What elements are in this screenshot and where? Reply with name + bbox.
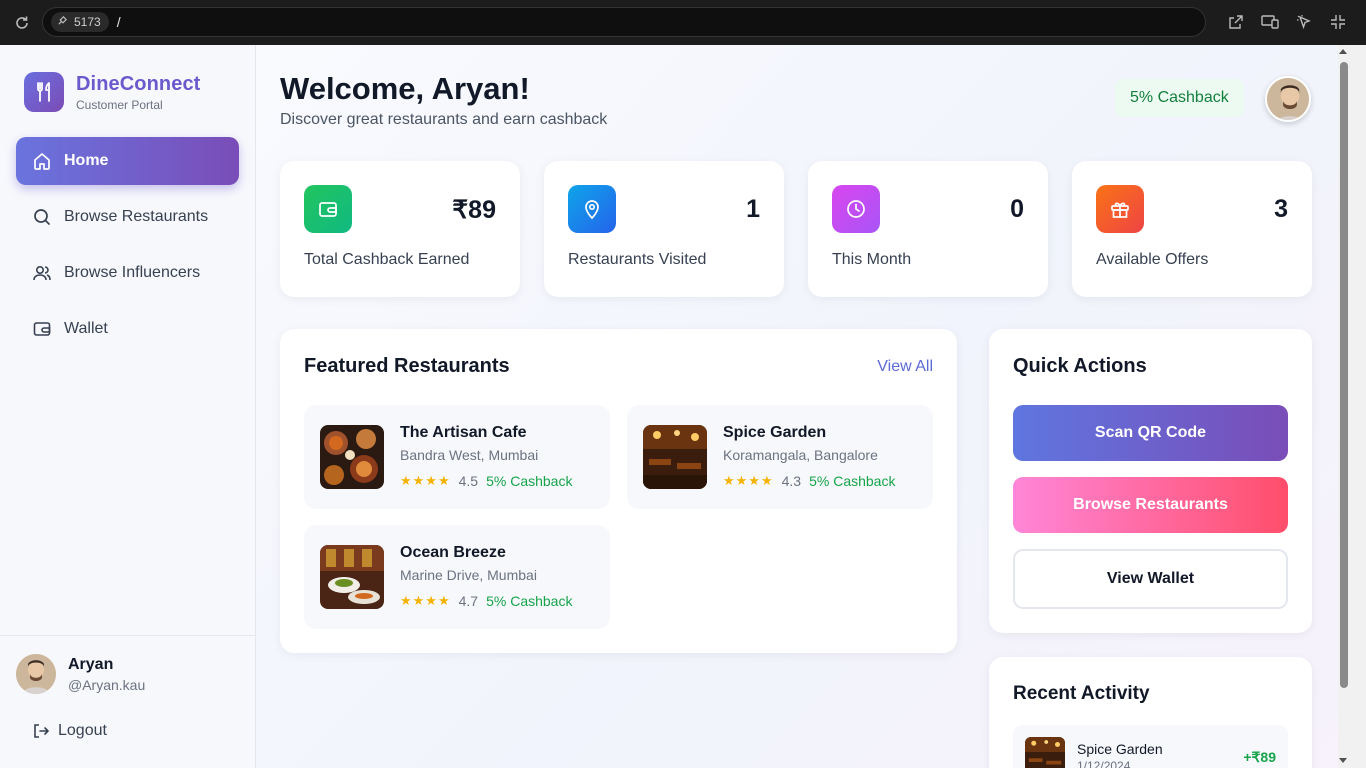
search-icon	[32, 207, 52, 227]
stat-label: Available Offers	[1096, 251, 1209, 268]
stat-card-offers: 3 Available Offers	[1072, 161, 1312, 297]
scroll-up-icon[interactable]	[1336, 44, 1350, 58]
section-title: Recent Activity	[1013, 683, 1150, 704]
stat-value: 0	[1010, 195, 1024, 223]
activity-amount: +₹89	[1243, 749, 1276, 765]
user-name: Aryan	[68, 655, 114, 673]
restaurant-location: Bandra West, Mumbai	[400, 447, 539, 463]
sidebar-item-label: Browse Restaurants	[64, 208, 209, 225]
profile-avatar[interactable]	[1265, 76, 1311, 122]
main-content: Welcome, Aryan! Discover great restauran…	[256, 45, 1338, 768]
gift-icon	[1096, 185, 1144, 233]
stat-label: Total Cashback Earned	[304, 251, 470, 268]
utensils-icon	[24, 72, 64, 112]
address-bar[interactable]: 5173 /	[42, 7, 1206, 37]
restaurant-card[interactable]: Ocean Breeze Marine Drive, Mumbai ★★★★ 4…	[304, 525, 610, 629]
logout-button[interactable]: Logout	[32, 722, 107, 740]
restaurant-image	[320, 545, 384, 609]
users-icon	[32, 263, 52, 283]
restaurant-location: Koramangala, Bangalore	[723, 447, 878, 463]
stat-label: Restaurants Visited	[568, 251, 707, 268]
sidebar-item-label: Home	[64, 152, 109, 169]
logout-label: Logout	[58, 722, 107, 739]
url-path: /	[116, 14, 121, 30]
sidebar-nav: Home Browse Restaurants Browse Influence…	[16, 137, 239, 361]
view-wallet-button[interactable]: View Wallet	[1013, 549, 1288, 609]
brand[interactable]: DineConnect Customer Portal	[24, 72, 200, 112]
restaurant-image	[320, 425, 384, 489]
cashback-label: 5% Cashback	[486, 473, 573, 489]
browser-toolbar: 5173 /	[0, 0, 1366, 45]
star-rating-icon: ★★★★	[400, 473, 451, 488]
port-label: 5173	[74, 15, 101, 29]
scan-qr-button[interactable]: Scan QR Code	[1013, 405, 1288, 461]
stat-value: ₹89	[452, 196, 496, 224]
home-icon	[32, 151, 52, 171]
scroll-down-icon[interactable]	[1336, 754, 1350, 768]
browse-restaurants-button[interactable]: Browse Restaurants	[1013, 477, 1288, 533]
sidebar: DineConnect Customer Portal Home Browse …	[0, 45, 256, 768]
restaurant-image	[643, 425, 707, 489]
restaurant-name: Ocean Breeze	[400, 544, 506, 561]
devices-icon[interactable]	[1260, 12, 1280, 32]
sidebar-footer: Aryan @Aryan.kau Logout	[0, 635, 255, 768]
list-item[interactable]: Spice Garden 1/12/2024 +₹89	[1013, 725, 1288, 768]
plug-icon	[57, 15, 68, 29]
star-rating-icon: ★★★★	[400, 593, 451, 608]
rating-value: 4.3	[781, 473, 802, 489]
cashback-badge: 5% Cashback	[1115, 79, 1244, 117]
port-badge[interactable]: 5173	[51, 12, 109, 32]
activity-date: 1/12/2024	[1077, 759, 1131, 768]
restaurant-location: Marine Drive, Mumbai	[400, 567, 537, 583]
avatar	[16, 654, 56, 694]
star-rating-icon: ★★★★	[723, 473, 774, 488]
map-pin-icon	[568, 185, 616, 233]
scrollbar-thumb[interactable]	[1340, 62, 1348, 688]
rating-value: 4.7	[458, 593, 479, 609]
section-title: Featured Restaurants	[304, 355, 510, 377]
stat-card-visited: 1 Restaurants Visited	[544, 161, 784, 297]
rating-value: 4.5	[458, 473, 479, 489]
user-profile[interactable]: Aryan @Aryan.kau	[16, 654, 145, 694]
restaurant-card[interactable]: The Artisan Cafe Bandra West, Mumbai ★★★…	[304, 405, 610, 509]
activity-name: Spice Garden	[1077, 741, 1163, 757]
cashback-label: 5% Cashback	[486, 593, 573, 609]
user-handle: @Aryan.kau	[68, 676, 146, 693]
wallet-icon	[304, 185, 352, 233]
stat-value: 3	[1274, 195, 1288, 223]
view-all-link[interactable]: View All	[877, 358, 933, 376]
sidebar-item-label: Browse Influencers	[64, 264, 201, 281]
clock-icon	[832, 185, 880, 233]
sidebar-item-wallet[interactable]: Wallet	[16, 305, 239, 353]
sidebar-item-browse-restaurants[interactable]: Browse Restaurants	[16, 193, 239, 241]
restaurant-card[interactable]: Spice Garden Koramangala, Bangalore ★★★★…	[627, 405, 933, 509]
collapse-icon[interactable]	[1328, 12, 1348, 32]
stat-value: 1	[746, 195, 760, 223]
restaurant-name: Spice Garden	[723, 424, 827, 441]
stats-row: ₹89 Total Cashback Earned 1 Restaurants …	[280, 161, 1312, 297]
sidebar-item-label: Wallet	[64, 320, 108, 337]
wallet-icon	[32, 319, 52, 339]
logout-icon	[32, 722, 50, 740]
cashback-label: 5% Cashback	[809, 473, 896, 489]
reload-icon[interactable]	[12, 13, 32, 33]
stat-label: This Month	[832, 251, 912, 268]
sidebar-item-browse-influencers[interactable]: Browse Influencers	[16, 249, 239, 297]
restaurant-image	[1025, 737, 1065, 768]
recent-activity: Recent Activity Spice Garden 1/12/2024 +…	[989, 657, 1312, 768]
greeting: Welcome, Aryan! Discover great restauran…	[280, 71, 607, 129]
stat-card-cashback: ₹89 Total Cashback Earned	[280, 161, 520, 297]
pointer-select-icon[interactable]	[1294, 12, 1314, 32]
page-title: Welcome, Aryan!	[280, 71, 530, 106]
featured-restaurants: Featured Restaurants View All The Artisa…	[280, 329, 957, 653]
sidebar-item-home[interactable]: Home	[16, 137, 239, 185]
stat-card-month: 0 This Month	[808, 161, 1048, 297]
restaurant-name: The Artisan Cafe	[400, 424, 527, 441]
page-subtitle: Discover great restaurants and earn cash…	[280, 111, 608, 128]
open-external-icon[interactable]	[1226, 12, 1246, 32]
section-title: Quick Actions	[1013, 355, 1147, 377]
quick-actions: Quick Actions Scan QR Code Browse Restau…	[989, 329, 1312, 633]
brand-name: DineConnect	[76, 72, 201, 95]
brand-subtitle: Customer Portal	[76, 97, 163, 112]
